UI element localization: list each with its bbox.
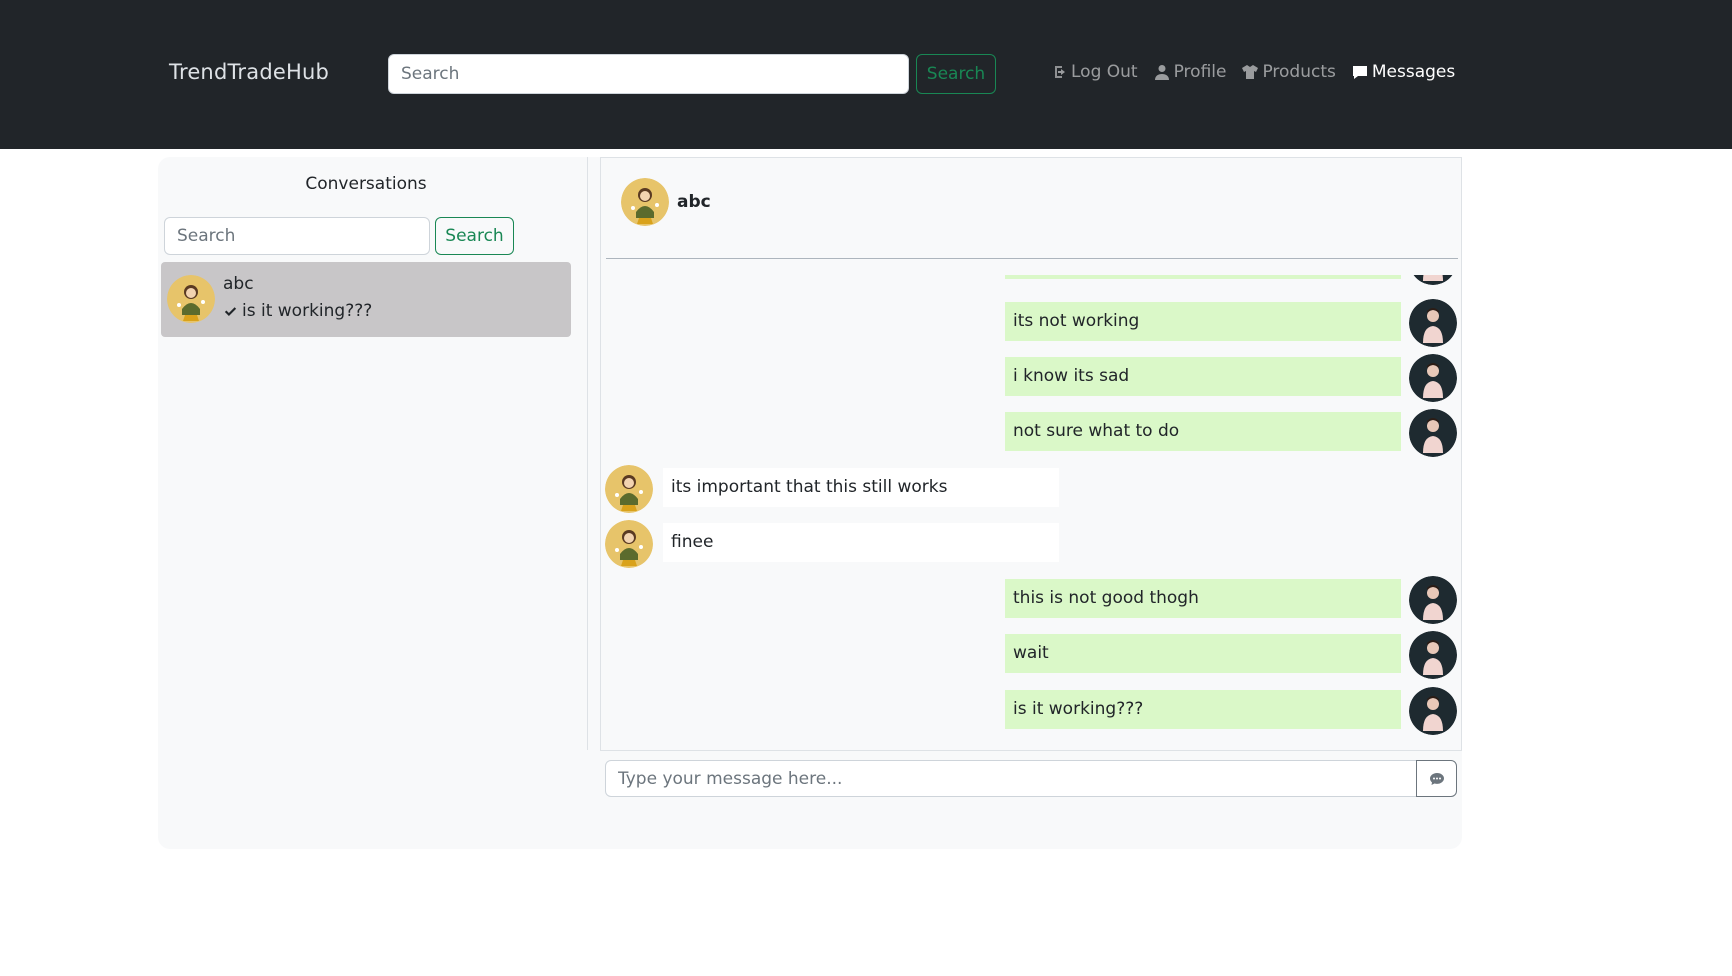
nav-link-label: Profile <box>1173 62 1227 82</box>
message-input[interactable] <box>605 760 1417 797</box>
message-row: its important that this still works <box>605 465 1457 513</box>
avatar <box>1409 299 1457 347</box>
avatar <box>1409 354 1457 402</box>
message-row: wait <box>605 631 1457 679</box>
nav-link-label: Log Out <box>1071 62 1138 82</box>
last-message-text: is it working??? <box>242 301 373 321</box>
message-bubble-sent: this is not good thogh <box>1005 579 1401 618</box>
nav-link-profile[interactable]: Profile <box>1154 62 1227 82</box>
avatar <box>1409 687 1457 735</box>
conversation-item[interactable]: abc is it working??? <box>161 262 571 337</box>
conversation-name: abc <box>223 274 254 294</box>
message-bubble-sent: not sure what to do <box>1005 412 1401 451</box>
message-bubble-sent: wait <box>1005 634 1401 673</box>
avatar <box>1409 409 1457 457</box>
message-row: not sure what to do <box>605 409 1457 457</box>
conversation-search-button[interactable]: Search <box>435 217 514 255</box>
message-row: finee <box>605 520 1457 568</box>
send-button[interactable] <box>1416 760 1457 797</box>
message-bubble-sent: i know its sad <box>1005 357 1401 396</box>
chat-panel: abc its not working i know its sad not s… <box>600 157 1462 751</box>
message-bubble-sent: its not working <box>1005 302 1401 341</box>
message-row: i know its sad <box>605 354 1457 402</box>
message-bubble-received: finee <box>663 523 1059 562</box>
avatar <box>1409 275 1457 285</box>
conversation-search-input[interactable] <box>164 217 430 255</box>
nav-link-label: Products <box>1262 62 1336 82</box>
message-row: its not working <box>605 299 1457 347</box>
nav-link-logout[interactable]: Log Out <box>1051 62 1138 82</box>
tshirt-icon <box>1242 65 1259 79</box>
check-icon <box>224 306 237 316</box>
brand-logo[interactable]: TrendTradeHub <box>169 60 329 84</box>
avatar <box>605 520 653 568</box>
chat-bubble-icon <box>1429 772 1444 785</box>
avatar <box>605 465 653 513</box>
navbar: TrendTradeHub Search Log Out Profile Pro… <box>0 0 1732 149</box>
user-icon <box>1154 65 1169 80</box>
avatar <box>1409 576 1457 624</box>
avatar <box>621 178 669 226</box>
message-bubble-sent <box>1005 275 1401 279</box>
message-icon <box>1352 66 1367 79</box>
chat-header: abc <box>601 158 1461 259</box>
nav-links: Log Out Profile Products Messages <box>1051 62 1455 82</box>
chat-divider <box>606 258 1458 259</box>
avatar <box>167 275 215 323</box>
nav-link-label: Messages <box>1371 62 1456 82</box>
avatar <box>1409 631 1457 679</box>
message-row: this is not good thogh <box>605 576 1457 624</box>
conversations-sidebar: Conversations Search abc is it working??… <box>158 157 588 750</box>
navbar-search-input[interactable] <box>388 54 909 94</box>
message-row-partial <box>605 275 1457 285</box>
message-bubble-sent: is it working??? <box>1005 690 1401 729</box>
nav-link-messages[interactable]: Messages <box>1352 62 1455 82</box>
logout-icon <box>1055 66 1065 78</box>
navbar-search-button[interactable]: Search <box>916 54 996 94</box>
message-bubble-received: its important that this still works <box>663 468 1059 507</box>
chat-contact-name: abc <box>677 192 711 212</box>
conversations-title: Conversations <box>305 174 427 194</box>
nav-link-products[interactable]: Products <box>1242 62 1336 82</box>
message-list[interactable]: its not working i know its sad not sure … <box>605 275 1457 749</box>
message-row: is it working??? <box>605 687 1457 735</box>
conversation-last-message: is it working??? <box>223 301 372 321</box>
